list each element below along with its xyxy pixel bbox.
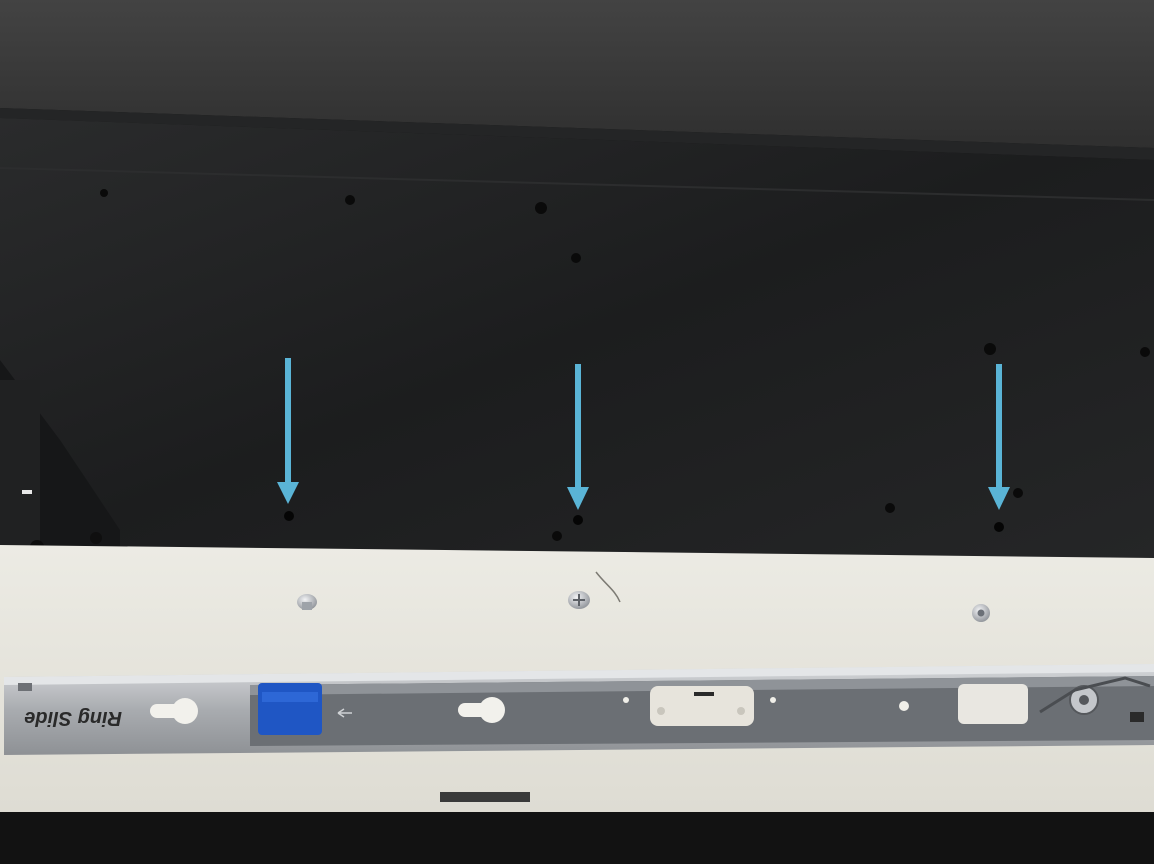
rail-engraved-text: Ring Slide <box>24 707 122 729</box>
bracket-screw <box>90 532 102 544</box>
slide-rail <box>4 664 1154 755</box>
blue-clip-ridge <box>262 692 318 702</box>
white-stop-block <box>958 684 1028 724</box>
floor-shadow <box>0 812 1154 864</box>
photo-scene: Ring Slide <box>0 0 1154 864</box>
bracket-slot <box>22 490 32 494</box>
blue-release-clip <box>258 683 322 735</box>
photo-illustration: Ring Slide <box>0 0 1154 864</box>
loose-screw-center <box>568 591 590 609</box>
loose-screw-left <box>297 594 317 610</box>
loose-screw-right <box>972 604 990 622</box>
floor-debris <box>440 792 530 802</box>
